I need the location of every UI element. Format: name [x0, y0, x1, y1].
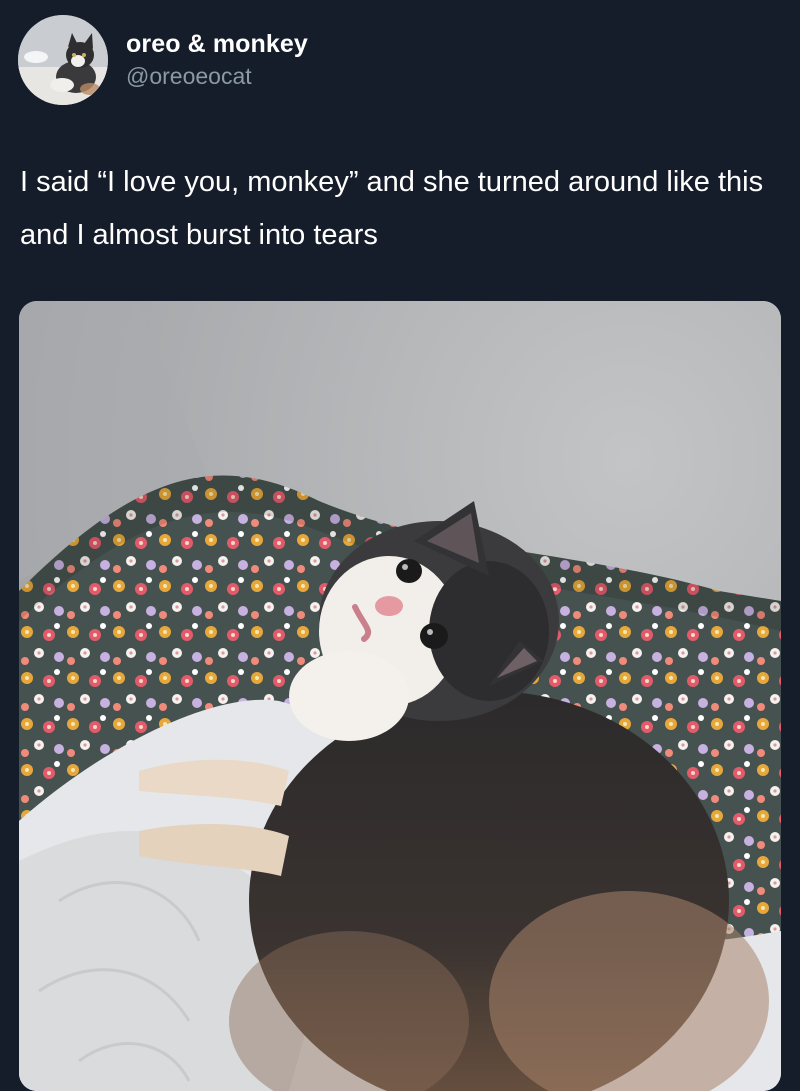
author-display-name[interactable]: oreo & monkey: [126, 28, 308, 60]
author-names: oreo & monkey @oreoeocat: [126, 28, 308, 92]
avatar[interactable]: [18, 15, 108, 105]
cat-photo-avatar-icon: [18, 15, 108, 105]
tweet-header: oreo & monkey @oreoeocat: [18, 14, 308, 106]
tweet-card: oreo & monkey @oreoeocat I said “I love …: [0, 0, 800, 1091]
tweet-text: I said “I love you, monkey” and she turn…: [20, 166, 772, 251]
cat-photo-icon: [19, 301, 781, 1091]
tweet-media-photo[interactable]: [19, 301, 781, 1091]
author-handle[interactable]: @oreoeocat: [126, 60, 308, 92]
